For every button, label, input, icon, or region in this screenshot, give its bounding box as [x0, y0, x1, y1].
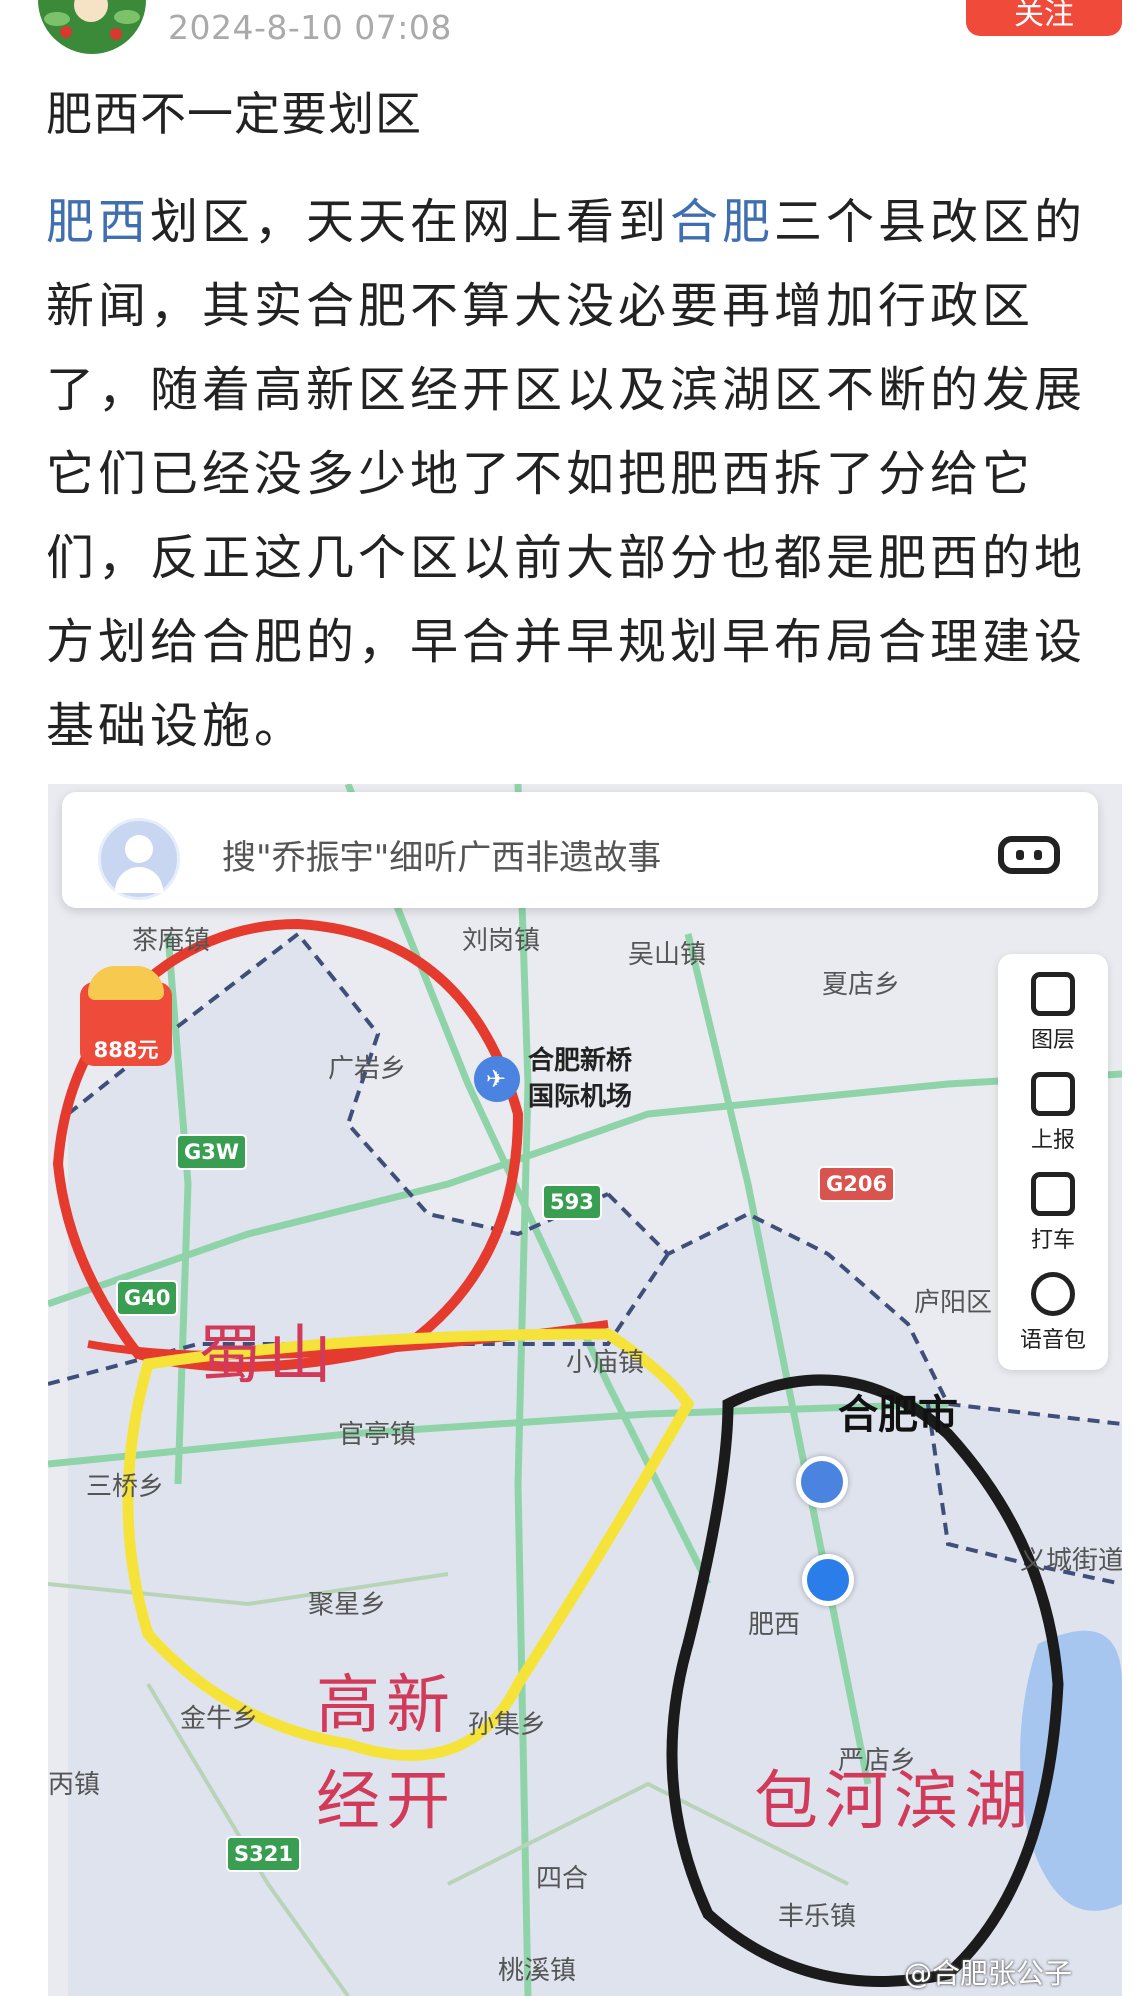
report-button[interactable]: 上报 [998, 1072, 1108, 1154]
taxi-button[interactable]: 打车 [998, 1172, 1108, 1254]
map-search-text[interactable]: 搜"乔振宇"细听广西非遗故事 [222, 830, 661, 879]
author-avatar[interactable] [38, 0, 146, 54]
post-body: 肥西划区，天天在网上看到合肥三个县改区的新闻，其实合肥不算大没必要再增加行政区了… [46, 180, 1096, 768]
voice-pack-button[interactable]: 语音包 [998, 1272, 1108, 1354]
map-user-avatar-icon[interactable] [98, 818, 180, 900]
place-label: 孙集乡 [468, 1710, 547, 1740]
layers-label: 图层 [1030, 1028, 1075, 1053]
handwritten-label-jingkai: 经开 [316, 1765, 456, 1839]
place-label: 吴山镇 [628, 940, 707, 970]
map-search-bar[interactable]: 搜"乔振宇"细听广西非遗故事 [62, 792, 1098, 908]
place-label: 桃溪镇 [498, 1956, 577, 1986]
transit-hub-icon[interactable] [796, 1456, 848, 1508]
red-packet-label: 888元 [93, 1038, 159, 1062]
edit-icon [1031, 1072, 1075, 1116]
handwritten-label-shushan: 蜀山 [198, 1319, 338, 1393]
place-label: 四合 [536, 1864, 589, 1894]
road-shield: G206 [818, 1166, 896, 1202]
airport-icon[interactable]: ✈ [474, 1056, 520, 1102]
handwritten-label-baohe-binhu: 包河滨湖 [754, 1765, 1034, 1839]
voice-pack-icon [1031, 1272, 1075, 1316]
road-shield: 593 [542, 1184, 602, 1220]
layers-button[interactable]: 图层 [998, 972, 1108, 1054]
place-label: 丙镇 [48, 1770, 101, 1800]
city-label-hefei: 合肥市 [838, 1392, 958, 1438]
place-label: 义城街道 [1020, 1546, 1122, 1576]
place-label: 三桥乡 [86, 1472, 165, 1502]
current-location-icon[interactable] [802, 1554, 854, 1606]
voice-pack-label: 语音包 [1019, 1328, 1086, 1353]
place-label: 夏店乡 [822, 970, 901, 1000]
body-text-part-2: 三个县改区的新闻，其实合肥不算大没必要再增加行政区了，随着高新区经开区以及滨湖区… [46, 194, 1087, 754]
place-label: 金牛乡 [180, 1704, 259, 1734]
place-label: 丰乐镇 [778, 1902, 857, 1932]
place-label: 刘岗镇 [462, 926, 541, 956]
place-label: 庐阳区 [914, 1288, 993, 1318]
map-toolbar: 图层 上报 打车 语音包 [998, 954, 1108, 1370]
airport-label: 国际机场 [528, 1082, 633, 1112]
map-screenshot-image[interactable]: 搜"乔振宇"细听广西非遗故事 888元 图层 上报 打车 语音包 茶庵镇 刘岗镇… [48, 784, 1122, 1996]
car-icon [1031, 1172, 1075, 1216]
place-label: 肥西 [748, 1610, 801, 1640]
road-shield: G3W [176, 1134, 248, 1170]
voice-assistant-icon[interactable] [998, 836, 1060, 874]
follow-button[interactable]: 关注 [966, 0, 1122, 36]
post-title: 肥西不一定要划区 [46, 87, 422, 141]
place-label: 聚星乡 [308, 1590, 387, 1620]
place-label: 茶庵镇 [132, 926, 211, 956]
place-label: 官亭镇 [338, 1420, 417, 1450]
road-shield: G40 [116, 1280, 179, 1316]
red-packet-icon[interactable]: 888元 [74, 960, 174, 1066]
road-shield: S321 [226, 1836, 301, 1872]
post-timestamp: 2024-8-10 07:08 [168, 8, 452, 47]
topic-link-hefei[interactable]: 合肥 [670, 194, 774, 250]
handwritten-label-gaoxin: 高新 [316, 1669, 456, 1743]
topic-link-feixi[interactable]: 肥西 [46, 194, 150, 250]
layers-icon [1031, 972, 1075, 1016]
place-label: 小庙镇 [566, 1348, 645, 1378]
body-text-part-1: 划区，天天在网上看到 [150, 194, 671, 250]
report-label: 上报 [1030, 1128, 1075, 1153]
image-watermark: @合肥张公子 [904, 1957, 1073, 1990]
airport-label: 合肥新桥 [528, 1046, 633, 1076]
taxi-label: 打车 [1030, 1228, 1075, 1253]
place-label: 广岩乡 [328, 1054, 407, 1084]
